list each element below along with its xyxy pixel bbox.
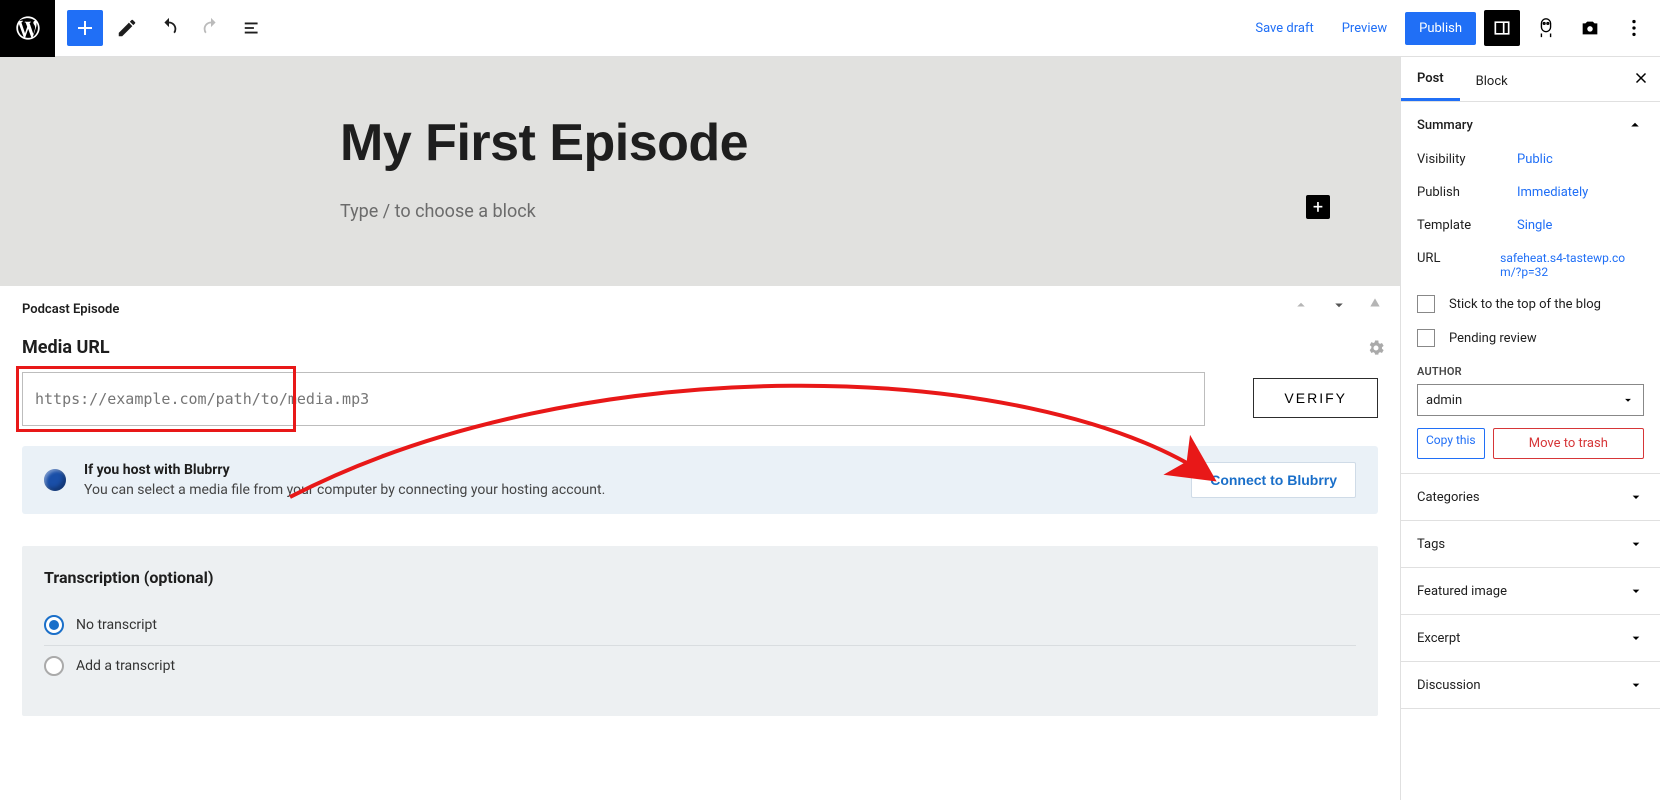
collapse-icon[interactable] xyxy=(1368,296,1382,318)
camera-icon[interactable] xyxy=(1572,10,1608,46)
visibility-value[interactable]: Public xyxy=(1517,152,1553,167)
transcription-heading: Transcription (optional) xyxy=(44,568,1356,587)
wordpress-logo[interactable] xyxy=(0,0,55,57)
tab-block[interactable]: Block xyxy=(1460,62,1524,101)
blubrry-icon xyxy=(44,469,66,491)
blubrry-heading: If you host with Blubrry xyxy=(84,462,1173,478)
summary-section: Summary VisibilityPublic PublishImmediat… xyxy=(1401,102,1660,474)
add-block-inline-button[interactable]: + xyxy=(1306,195,1330,219)
chevron-down-icon xyxy=(1628,630,1644,646)
template-label: Template xyxy=(1417,218,1517,233)
radio-icon xyxy=(44,656,64,676)
podcast-panel-heading: Podcast Episode xyxy=(22,302,1378,317)
radio-add-transcript[interactable]: Add a transcript xyxy=(44,646,1356,686)
publish-label: Publish xyxy=(1417,185,1517,200)
checkbox-icon xyxy=(1417,329,1435,347)
radio-no-transcript[interactable]: No transcript xyxy=(44,605,1356,646)
copy-button[interactable]: Copy this xyxy=(1417,428,1485,459)
jetpack-icon[interactable] xyxy=(1528,10,1564,46)
url-value[interactable]: safeheat.s4-tastewp.com/?p=32 xyxy=(1500,251,1644,279)
chevron-up-icon xyxy=(1626,116,1644,134)
stick-checkbox[interactable]: Stick to the top of the blog xyxy=(1417,295,1644,313)
blubrry-banner: If you host with Blubrry You can select … xyxy=(22,446,1378,514)
more-icon[interactable] xyxy=(1616,10,1652,46)
redo-icon xyxy=(193,10,229,46)
featured-image-section[interactable]: Featured image xyxy=(1401,568,1660,615)
pending-checkbox[interactable]: Pending review xyxy=(1417,329,1644,347)
chevron-down-icon xyxy=(1621,393,1635,407)
chevron-down-icon xyxy=(1628,583,1644,599)
author-select[interactable]: admin xyxy=(1417,384,1644,416)
top-toolbar: Save draft Preview Publish xyxy=(0,0,1660,57)
transcription-panel: Transcription (optional) No transcript A… xyxy=(22,546,1378,716)
template-value[interactable]: Single xyxy=(1517,218,1552,233)
preview-button[interactable]: Preview xyxy=(1332,13,1397,44)
settings-panel-toggle[interactable] xyxy=(1484,10,1520,46)
tags-section[interactable]: Tags xyxy=(1401,521,1660,568)
details-icon[interactable] xyxy=(235,10,271,46)
publish-value[interactable]: Immediately xyxy=(1517,185,1588,200)
trash-button[interactable]: Move to trash xyxy=(1493,428,1644,459)
block-placeholder[interactable]: Type / to choose a block xyxy=(340,201,536,222)
gear-icon[interactable] xyxy=(1366,338,1386,362)
save-draft-button[interactable]: Save draft xyxy=(1245,13,1323,44)
edit-icon[interactable] xyxy=(109,10,145,46)
summary-toggle[interactable]: Summary xyxy=(1417,116,1644,134)
excerpt-section[interactable]: Excerpt xyxy=(1401,615,1660,662)
chevron-down-icon xyxy=(1628,536,1644,552)
close-icon[interactable] xyxy=(1632,69,1650,91)
publish-button[interactable]: Publish xyxy=(1405,12,1476,45)
media-url-input[interactable] xyxy=(22,372,1205,426)
url-label: URL xyxy=(1417,251,1500,279)
blubrry-sub: You can select a media file from your co… xyxy=(84,482,1173,498)
tab-post[interactable]: Post xyxy=(1401,59,1460,101)
chevron-down-icon xyxy=(1628,677,1644,693)
visibility-label: Visibility xyxy=(1417,152,1517,167)
chevron-down-icon[interactable] xyxy=(1330,296,1348,318)
panel-nav xyxy=(1292,296,1382,318)
discussion-section[interactable]: Discussion xyxy=(1401,662,1660,709)
undo-icon[interactable] xyxy=(151,10,187,46)
connect-blubrry-button[interactable]: Connect to Blubrry xyxy=(1191,462,1356,498)
title-area: My First Episode Type / to choose a bloc… xyxy=(0,57,1400,286)
checkbox-icon xyxy=(1417,295,1435,313)
radio-icon xyxy=(44,615,64,635)
add-block-button[interactable] xyxy=(67,10,103,46)
media-url-label: Media URL xyxy=(22,337,1378,358)
chevron-down-icon xyxy=(1628,489,1644,505)
editor-canvas: My First Episode Type / to choose a bloc… xyxy=(0,57,1400,800)
chevron-up-icon[interactable] xyxy=(1292,296,1310,318)
settings-sidebar: Post Block Summary VisibilityPublic Publ… xyxy=(1400,57,1660,800)
author-label: AUTHOR xyxy=(1417,365,1644,378)
post-title[interactable]: My First Episode xyxy=(340,113,1060,173)
categories-section[interactable]: Categories xyxy=(1401,474,1660,521)
verify-button[interactable]: VERIFY xyxy=(1253,378,1378,418)
